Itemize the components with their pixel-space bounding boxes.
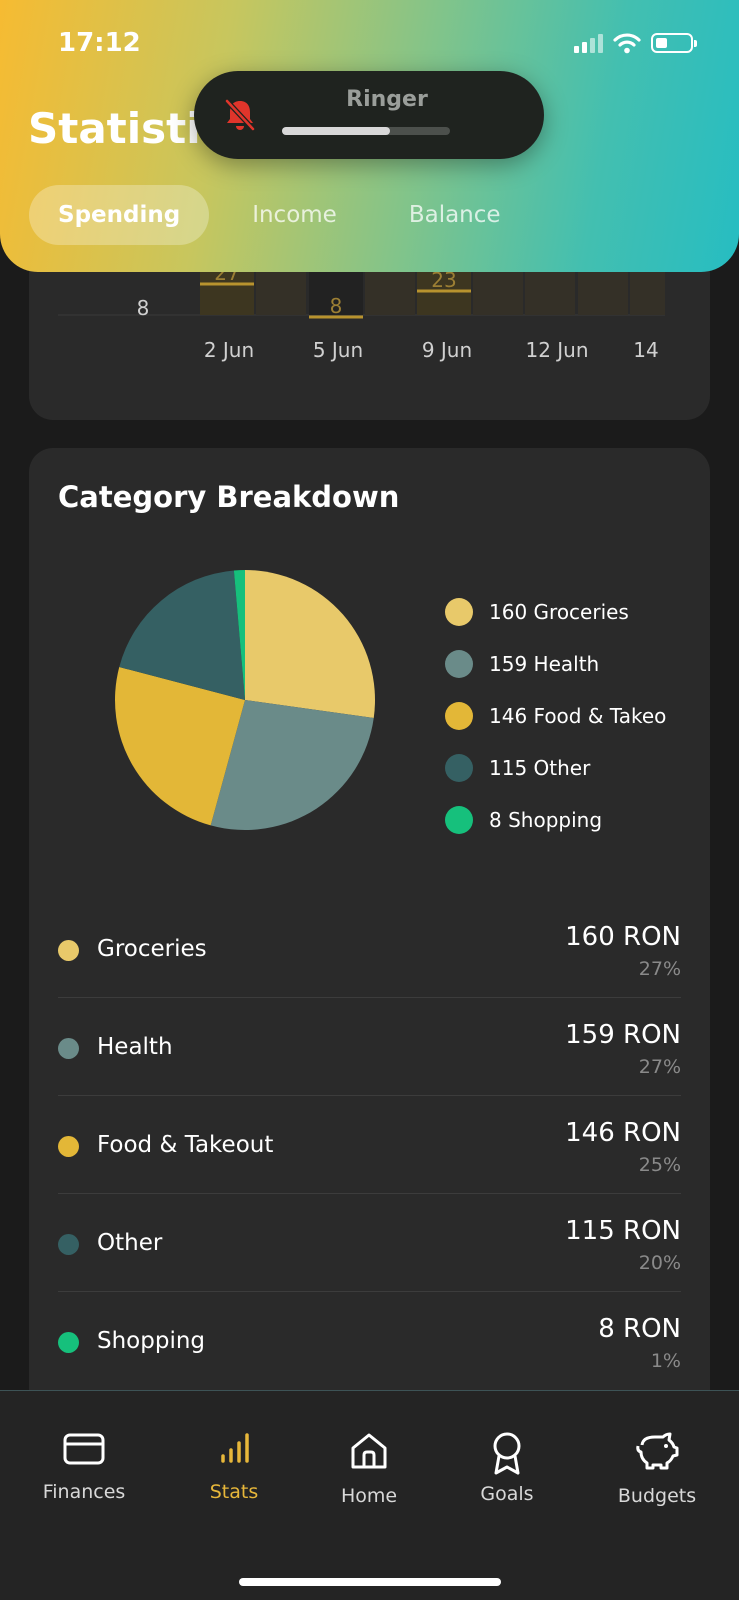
nav-label: Finances <box>42 1481 126 1503</box>
ringer-label: Ringer <box>346 87 428 112</box>
status-time: 17:12 <box>58 28 141 58</box>
legend-dot <box>445 702 473 730</box>
nav-finances[interactable]: Finances <box>24 1431 144 1503</box>
stats-tabs: Spending Income Balance <box>29 185 544 245</box>
legend-label: 160 Groceries <box>489 600 629 624</box>
category-list: Groceries 160 RON 27% Health 159 RON 27%… <box>58 900 681 1390</box>
category-percent: 25% <box>638 1154 681 1176</box>
pie-slice-groceries[interactable] <box>245 570 376 719</box>
category-row-health[interactable]: Health 159 RON 27% <box>58 998 681 1096</box>
category-name: Food & Takeout <box>97 1132 274 1158</box>
nav-label: Stats <box>209 1481 259 1503</box>
bar-value-label: 8 <box>330 294 343 318</box>
category-percent: 1% <box>650 1350 681 1372</box>
legend-dot <box>445 754 473 782</box>
category-amount: 8 RON <box>598 1314 681 1344</box>
ringer-volume-level <box>282 127 390 135</box>
piggy-bank-icon <box>636 1432 679 1470</box>
category-color-dot <box>58 1136 79 1157</box>
category-percent: 27% <box>638 1056 681 1078</box>
category-name: Shopping <box>97 1328 206 1354</box>
category-amount: 160 RON <box>565 922 681 952</box>
category-amount: 159 RON <box>565 1020 681 1050</box>
legend-label: 159 Health <box>489 652 600 676</box>
legend-label: 146 Food & Takeo <box>489 704 667 728</box>
legend-label: 8 Shopping <box>489 808 603 832</box>
bottom-nav: Finances Stats Home Goals Budgets <box>0 1390 739 1600</box>
category-amount: 146 RON <box>565 1118 681 1148</box>
home-indicator <box>239 1578 501 1586</box>
category-pie-chart <box>115 570 376 830</box>
legend-item: 146 Food & Takeo <box>445 690 666 742</box>
category-amount: 115 RON <box>565 1216 681 1246</box>
nav-budgets[interactable]: Budgets <box>597 1431 717 1507</box>
nav-goals[interactable]: Goals <box>447 1431 567 1505</box>
nav-label: Goals <box>480 1483 534 1505</box>
tab-balance[interactable]: Balance <box>380 185 530 245</box>
legend-item: 159 Health <box>445 638 666 690</box>
legend-label: 115 Other <box>489 756 591 780</box>
category-row-food-takeout[interactable]: Food & Takeout 146 RON 25% <box>58 1096 681 1194</box>
category-color-dot <box>58 940 79 961</box>
nav-stats[interactable]: Stats <box>174 1431 294 1503</box>
legend-dot <box>445 598 473 626</box>
category-color-dot <box>58 1234 79 1255</box>
pie-legend: 160 Groceries 159 Health 146 Food & Take… <box>445 586 666 846</box>
category-percent: 27% <box>638 958 681 980</box>
category-name: Health <box>97 1034 173 1060</box>
category-percent: 20% <box>638 1252 681 1274</box>
category-color-dot <box>58 1332 79 1353</box>
award-icon <box>493 1432 521 1475</box>
category-breakdown-title: Category Breakdown <box>58 480 400 514</box>
stats-screen: 27 8 23 8 2 Jun 5 Jun 9 Jun 12 Jun 14 17… <box>0 0 739 1600</box>
x-tick-label: 2 Jun <box>204 338 254 362</box>
home-icon <box>351 1433 387 1469</box>
category-row-other[interactable]: Other 115 RON 20% <box>58 1194 681 1292</box>
legend-dot <box>445 650 473 678</box>
category-name: Groceries <box>97 936 207 962</box>
wifi-icon <box>613 33 641 54</box>
tab-income[interactable]: Income <box>223 185 366 245</box>
category-color-dot <box>58 1038 79 1059</box>
legend-dot <box>445 806 473 834</box>
category-name: Other <box>97 1230 163 1256</box>
left-value-label: 8 <box>137 296 150 320</box>
x-tick-label: 5 Jun <box>313 338 363 362</box>
ringer-volume-track <box>282 127 450 135</box>
status-icons <box>574 32 697 54</box>
tab-spending[interactable]: Spending <box>29 185 210 245</box>
x-tick-label: 12 Jun <box>525 338 588 362</box>
legend-item: 8 Shopping <box>445 794 666 846</box>
ringer-hud: Ringer <box>194 71 544 159</box>
x-tick-label: 9 Jun <box>422 338 472 362</box>
legend-item: 115 Other <box>445 742 666 794</box>
nav-home[interactable]: Home <box>309 1431 429 1507</box>
battery-icon <box>651 33 697 53</box>
nav-label: Budgets <box>617 1485 697 1507</box>
credit-card-icon <box>63 1433 105 1465</box>
nav-label: Home <box>340 1485 398 1507</box>
x-tick-label: 14 <box>633 338 658 362</box>
category-breakdown-card: Category Breakdown 160 Groceries 159 Hea… <box>29 448 710 1448</box>
category-row-shopping[interactable]: Shopping 8 RON 1% <box>58 1292 681 1390</box>
legend-item: 160 Groceries <box>445 586 666 638</box>
category-row-groceries[interactable]: Groceries 160 RON 27% <box>58 900 681 998</box>
cellular-signal-icon <box>574 33 603 53</box>
bar-chart-icon <box>221 1433 249 1463</box>
